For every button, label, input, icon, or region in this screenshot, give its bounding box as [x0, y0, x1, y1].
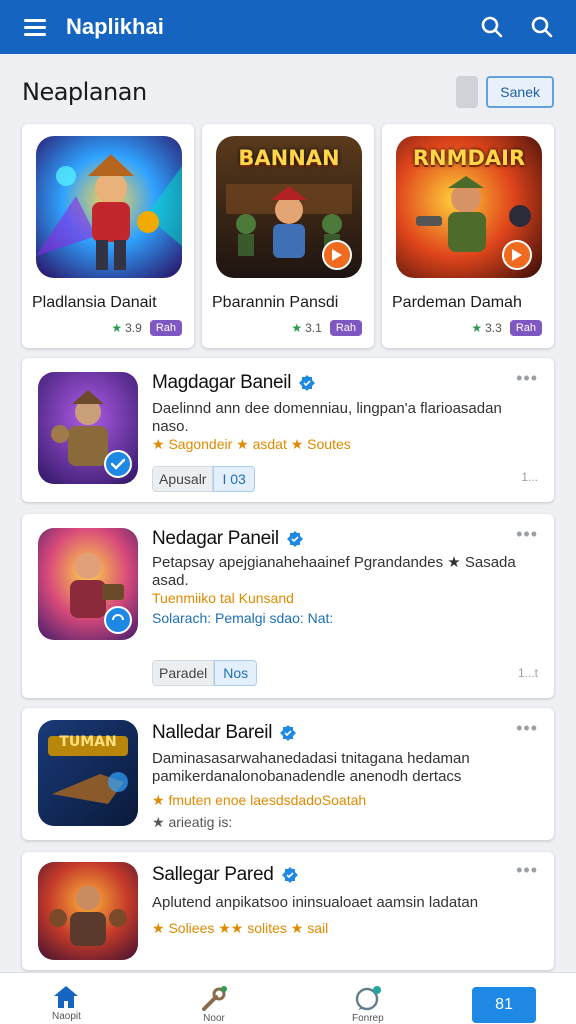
star-icon: ★: [291, 321, 303, 335]
game-art-image: [36, 136, 182, 278]
section-header: Neaplanan Sanek: [22, 74, 554, 110]
verified-badge-icon: [286, 531, 303, 547]
subtitle-line: Tuenmiiko tal Kunsand: [152, 590, 294, 606]
rating-line: ★ fmuten enoe laesdsdadoSoatah: [152, 792, 367, 808]
title-row: Nalledar Bareil: [152, 722, 297, 744]
search-icon[interactable]: [474, 9, 510, 45]
game-icon: [38, 372, 138, 484]
featured-game-name: Pladlansia Danait: [32, 294, 157, 311]
game-art-image: BANNAN: [216, 136, 362, 278]
nav-tools[interactable]: Noor: [200, 985, 228, 1024]
game-description: Daminasasarwahanedadasi tnitagana hedama…: [152, 750, 470, 785]
genre-tag: Rah: [509, 320, 542, 336]
star-icon: ★: [111, 321, 123, 335]
game-description: Daelinnd ann dee domenniau, lingpan'a fl…: [152, 400, 502, 435]
featured-carousel: Pladlansia Danait ★ 3.9 Rah BANNAN Pbara…: [22, 124, 554, 348]
update-badge-icon: [104, 606, 132, 634]
verified-badge-icon: [280, 725, 297, 741]
featured-card[interactable]: RNMDAIR Pardeman Damah ★ 3.3 Rah: [382, 124, 554, 348]
game-art-image: RNMDAIR: [396, 136, 542, 278]
chat-icon: [355, 986, 381, 1011]
version-selector[interactable]: Apusalr I 03: [152, 466, 255, 492]
section-action-button[interactable]: Sanek: [486, 76, 554, 108]
game-title: Nedagar Paneil: [152, 528, 279, 549]
play-icon[interactable]: [502, 240, 532, 270]
game-list-card[interactable]: TUMAN Nalledar Bareil ••• Daminasasarwah…: [22, 708, 554, 840]
version-dropdown[interactable]: Paradel: [152, 660, 215, 686]
play-icon[interactable]: [322, 240, 352, 270]
title-row: Sallegar Pared: [152, 864, 298, 886]
game-art-title: BANNAN: [238, 146, 340, 170]
featured-meta: ★ 3.9 Rah: [111, 320, 182, 336]
home-icon: [54, 986, 79, 1008]
app-title: Naplikhai: [66, 14, 164, 39]
game-list-card[interactable]: Nedagar Paneil ••• Petapsay apejgianaheh…: [22, 514, 554, 698]
app-bar: Naplikhai: [0, 0, 576, 54]
wrench-icon: [202, 986, 227, 1011]
info-line: Solarach: Pemalgi sdao: Nat:: [152, 610, 334, 626]
verified-badge-icon: [281, 867, 298, 883]
hamburger-menu-icon[interactable]: [18, 10, 52, 44]
secondary-rating: ★ arieatig is:: [152, 814, 233, 830]
title-row: Nedagar Paneil: [152, 528, 303, 550]
rating-line: ★ Soliees ★★ solites ★ sail: [152, 920, 329, 936]
game-icon: TUMAN: [38, 720, 138, 826]
genre-tag: Rah: [149, 320, 182, 336]
side-indicator: 1...: [521, 470, 538, 484]
featured-card[interactable]: BANNAN Pbarannin Pansdi ★ 3.1 Rah: [202, 124, 374, 348]
game-art-title: RNMDAIR: [412, 146, 526, 170]
game-list-card[interactable]: Sallegar Pared ••• Aplutend anpikatsoo i…: [22, 852, 554, 970]
more-options-icon[interactable]: •••: [516, 860, 538, 881]
featured-game-name: Pbarannin Pansdi: [212, 294, 339, 311]
game-description: Aplutend anpikatsoo ininsualoaet aamsin …: [152, 894, 479, 911]
section-title: Neaplanan: [22, 78, 147, 106]
game-list-card[interactable]: Magdagar Baneil ••• Daelinnd ann dee dom…: [22, 358, 554, 502]
bottom-navigation: Naopit Noor Fonrep 81: [0, 972, 576, 1024]
featured-game-name: Pardeman Damah: [392, 294, 522, 311]
more-options-icon[interactable]: •••: [516, 718, 538, 739]
genre-tag: Rah: [329, 320, 362, 336]
filter-toggle[interactable]: [456, 76, 479, 108]
version-selector[interactable]: Paradel Nos: [152, 660, 258, 686]
featured-meta: ★ 3.1 Rah: [291, 320, 362, 336]
game-title: Sallegar Pared: [152, 864, 274, 885]
featured-meta: ★ 3.3 Rah: [471, 320, 542, 336]
title-row: Magdagar Baneil: [152, 372, 316, 394]
version-dropdown[interactable]: Apusalr: [152, 466, 214, 492]
rating-line: ★ Sagondeir ★ asdat ★ Soutes: [152, 436, 351, 452]
more-options-icon[interactable]: •••: [516, 524, 538, 545]
version-value[interactable]: Nos: [214, 660, 258, 686]
game-description: Petapsay apejgianahehaainef Pgrandandes …: [152, 554, 516, 589]
search-secondary-icon[interactable]: [524, 9, 560, 45]
side-indicator: 1...t: [517, 666, 538, 680]
installed-check-icon: [104, 450, 132, 478]
game-title: Nalledar Bareil: [152, 722, 273, 743]
featured-card[interactable]: Pladlansia Danait ★ 3.9 Rah: [22, 124, 194, 348]
game-art-title: TUMAN: [59, 734, 117, 750]
game-icon: [38, 528, 138, 640]
star-icon: ★: [471, 321, 483, 335]
more-options-icon[interactable]: •••: [516, 368, 538, 389]
verified-badge-icon: [299, 375, 316, 391]
nav-home[interactable]: Naopit: [52, 985, 81, 1022]
game-icon: [38, 862, 138, 960]
nav-action-button[interactable]: 81: [472, 987, 536, 1023]
version-value[interactable]: I 03: [213, 466, 255, 492]
nav-chat[interactable]: Fonrep: [352, 985, 384, 1024]
game-title: Magdagar Baneil: [152, 372, 292, 393]
